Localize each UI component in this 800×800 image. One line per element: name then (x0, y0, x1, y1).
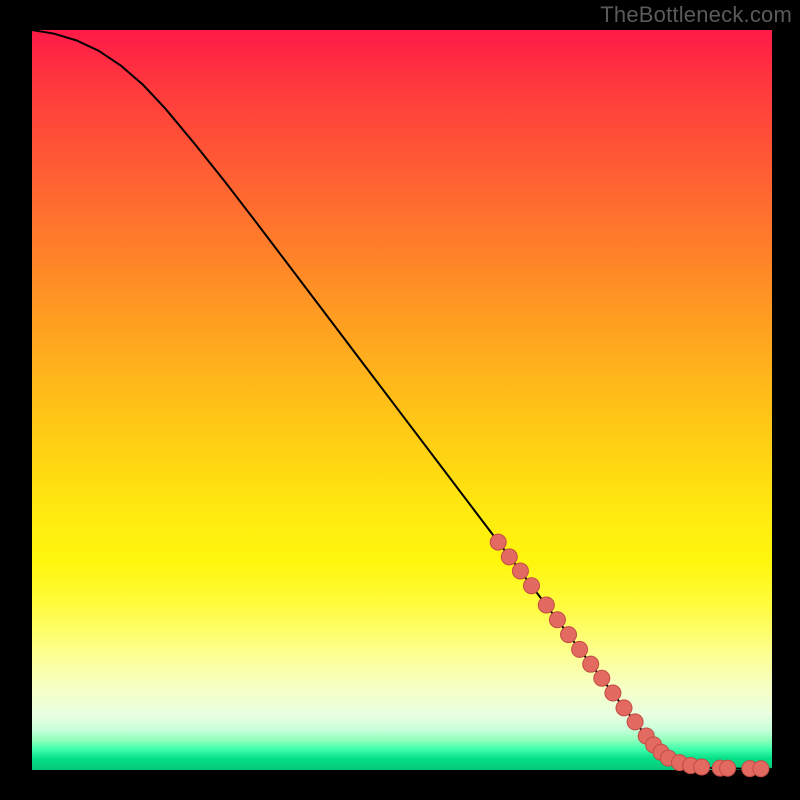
marker-dot (583, 656, 599, 672)
marker-dot (538, 597, 554, 613)
marker-dot (753, 761, 769, 777)
marker-dot (627, 714, 643, 730)
watermark-text: TheBottleneck.com (600, 2, 792, 28)
marker-dot (561, 627, 577, 643)
marker-dot (616, 700, 632, 716)
marker-dot (572, 641, 588, 657)
plot-area (32, 30, 772, 770)
marker-dot (720, 760, 736, 776)
marker-group (490, 534, 769, 777)
marker-dot (549, 612, 565, 628)
marker-dot (594, 670, 610, 686)
chart-frame: TheBottleneck.com (0, 0, 800, 800)
marker-dot (605, 685, 621, 701)
chart-overlay (32, 30, 772, 770)
marker-dot (501, 549, 517, 565)
marker-dot (524, 578, 540, 594)
marker-dot (512, 563, 528, 579)
marker-dot (694, 759, 710, 775)
marker-dot (490, 534, 506, 550)
bottleneck-curve (32, 30, 772, 769)
